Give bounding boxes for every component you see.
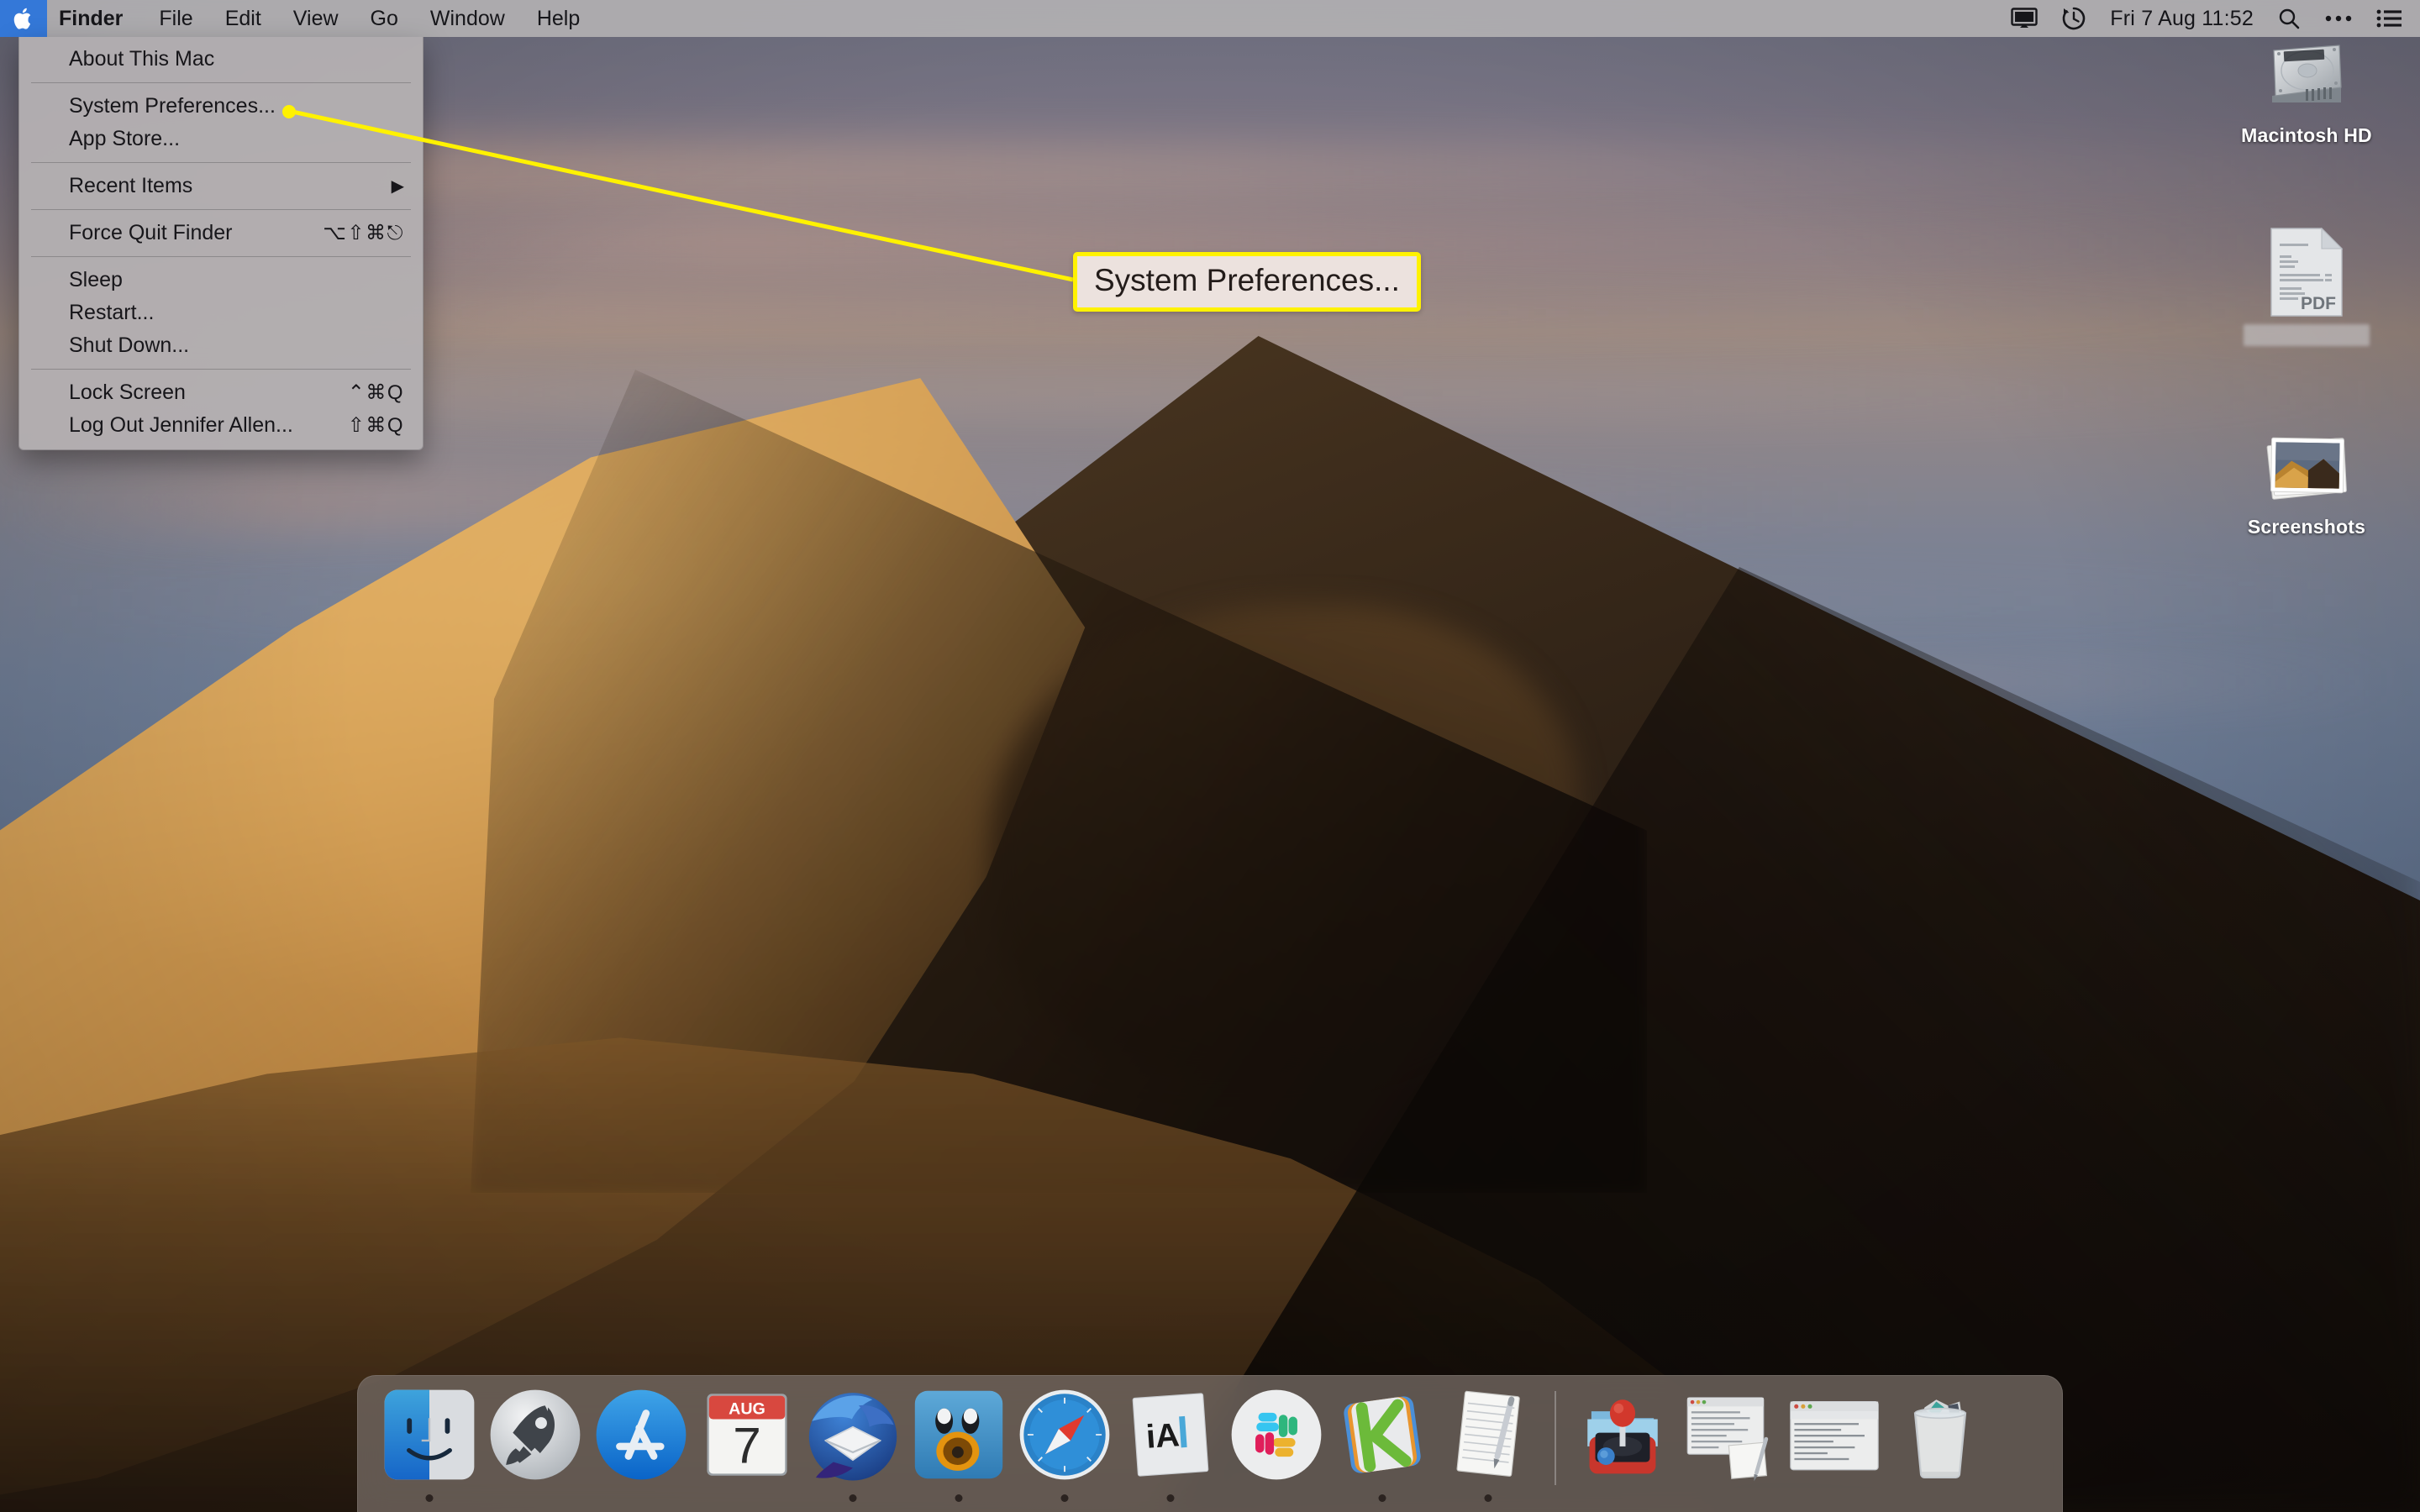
submenu-arrow-icon: ▶	[391, 176, 404, 196]
dock-item-calendar[interactable]: AUG 7	[694, 1386, 800, 1512]
dock-item-safari[interactable]	[1012, 1386, 1118, 1512]
tweetbot-icon	[914, 1390, 1003, 1479]
apple-menu-button[interactable]	[0, 0, 47, 37]
menu-item-help[interactable]: Help	[521, 0, 596, 37]
pdf-document-icon: PDF	[2270, 227, 2344, 317]
apple-menu-item-log-out[interactable]: Log Out Jennifer Allen... ⇧⌘Q	[19, 409, 423, 442]
running-indicator	[1378, 1494, 1386, 1502]
running-indicator	[849, 1494, 857, 1502]
menu-item-label: Restart...	[69, 301, 155, 324]
app-store-icon	[596, 1389, 687, 1480]
list-lines-icon[interactable]	[2376, 8, 2402, 29]
svg-text:PDF: PDF	[2301, 294, 2336, 313]
menu-item-shortcut: ⌃⌘Q	[347, 381, 404, 404]
menu-item-window[interactable]: Window	[414, 0, 521, 37]
desktop-icon-pdf-document[interactable]: PDF	[2218, 225, 2395, 350]
dock-item-launchpad[interactable]	[482, 1386, 588, 1512]
apple-menu-item-lock-screen[interactable]: Lock Screen ⌃⌘Q	[19, 376, 423, 409]
thunderbird-icon	[808, 1393, 897, 1481]
menu-item-label: Recent Items	[69, 174, 193, 197]
running-indicator	[1166, 1494, 1175, 1502]
dock-item-app-store[interactable]	[588, 1386, 694, 1512]
running-indicator	[425, 1494, 434, 1502]
apple-menu-item-restart[interactable]: Restart...	[19, 297, 423, 329]
desktop-icon-label: Macintosh HD	[2241, 124, 2372, 146]
photo-stack-icon	[2266, 437, 2347, 500]
menu-item-label: Force Quit Finder	[69, 221, 233, 244]
desktop-icon-label: Screenshots	[2247, 516, 2366, 538]
dock-stack-games[interactable]	[1570, 1386, 1676, 1512]
search-icon[interactable]	[2277, 7, 2301, 30]
menu-separator	[31, 82, 411, 83]
running-indicator	[1484, 1494, 1492, 1502]
display-icon[interactable]	[2011, 8, 2038, 29]
launchpad-icon	[490, 1389, 581, 1480]
trash-full-icon	[1913, 1399, 1967, 1478]
time-machine-icon[interactable]	[2061, 6, 2086, 31]
joystick-icon	[1587, 1399, 1658, 1474]
menu-separator	[31, 162, 411, 163]
dock-item-tweetbot[interactable]	[906, 1386, 1012, 1512]
dock-trash[interactable]	[1887, 1386, 1993, 1512]
menu-item-shortcut: ⇧⌘Q	[347, 414, 404, 437]
calendar-day: 7	[733, 1417, 761, 1474]
desktop-icon-macintosh-hd[interactable]: Macintosh HD	[2218, 35, 2395, 147]
kaleidoscope-icon	[1344, 1396, 1421, 1473]
document-stack-icon	[1686, 1397, 1769, 1482]
dock-item-notes[interactable]	[1435, 1386, 1541, 1512]
menu-item-finder[interactable]: Finder	[47, 0, 143, 37]
notes-icon	[1456, 1390, 1520, 1477]
calendar-month: AUG	[729, 1400, 765, 1419]
menu-item-label: System Preferences...	[69, 94, 276, 118]
calendar-icon: AUG 7	[707, 1394, 787, 1476]
running-indicator	[1060, 1494, 1069, 1502]
menu-bar-status-area: Fri 7 Aug 11:52	[2011, 6, 2420, 31]
hard-drive-icon	[2272, 45, 2342, 102]
finder-icon	[384, 1389, 475, 1480]
apple-menu-item-system-preferences[interactable]: System Preferences...	[19, 90, 423, 123]
apple-menu-item-force-quit-finder[interactable]: Force Quit Finder ⌥⇧⌘⎋	[19, 217, 423, 249]
ia-writer-icon: iA	[1132, 1393, 1209, 1477]
menu-item-label: Lock Screen	[69, 381, 186, 404]
menu-item-label: Sleep	[69, 268, 123, 291]
menu-item-go[interactable]: Go	[355, 0, 414, 37]
menu-item-edit[interactable]: Edit	[209, 0, 277, 37]
text-window-icon	[1790, 1400, 1879, 1471]
apple-menu-item-shut-down[interactable]: Shut Down...	[19, 329, 423, 362]
dock-item-ia-writer[interactable]: iA	[1118, 1386, 1223, 1512]
dock: AUG 7 iA	[357, 1375, 2063, 1512]
desktop-icon-label	[2244, 324, 2370, 346]
menu-item-view[interactable]: View	[277, 0, 355, 37]
menu-item-label: Log Out Jennifer Allen...	[69, 413, 293, 437]
dock-stack-downloads[interactable]	[1781, 1386, 1887, 1512]
desktop-icon-screenshots[interactable]: Screenshots	[2218, 427, 2395, 538]
menu-item-file[interactable]: File	[143, 0, 208, 37]
apple-menu-item-about-this-mac[interactable]: About This Mac	[19, 43, 423, 76]
menu-separator	[31, 256, 411, 257]
dock-item-kaleidoscope[interactable]	[1329, 1386, 1435, 1512]
menu-item-label: About This Mac	[69, 47, 215, 71]
safari-icon	[1019, 1389, 1110, 1480]
ia-wordmark: iA	[1145, 1416, 1181, 1456]
dock-item-thunderbird[interactable]	[800, 1386, 906, 1512]
apple-menu-item-recent-items[interactable]: Recent Items ▶	[19, 170, 423, 202]
running-indicator	[955, 1494, 963, 1502]
menu-item-label: Shut Down...	[69, 333, 190, 357]
menu-separator	[31, 209, 411, 210]
apple-logo-icon	[13, 8, 31, 29]
slack-icon	[1231, 1389, 1322, 1480]
dock-separator	[1555, 1391, 1556, 1485]
apple-dropdown-menu: About This Mac System Preferences... App…	[18, 37, 424, 450]
menu-separator	[31, 369, 411, 370]
menu-bar-clock[interactable]: Fri 7 Aug 11:52	[2110, 7, 2254, 31]
apple-menu-item-app-store[interactable]: App Store...	[19, 123, 423, 155]
menu-item-shortcut: ⌥⇧⌘⎋	[323, 222, 404, 244]
more-dots-icon[interactable]	[2324, 13, 2353, 24]
menu-item-label: App Store...	[69, 127, 181, 150]
dock-item-slack[interactable]	[1223, 1386, 1329, 1512]
menu-bar: Finder File Edit View Go Window Help Fri…	[0, 0, 2420, 37]
dock-item-finder[interactable]	[376, 1386, 482, 1512]
dock-stack-documents[interactable]	[1676, 1386, 1781, 1512]
apple-menu-item-sleep[interactable]: Sleep	[19, 264, 423, 297]
